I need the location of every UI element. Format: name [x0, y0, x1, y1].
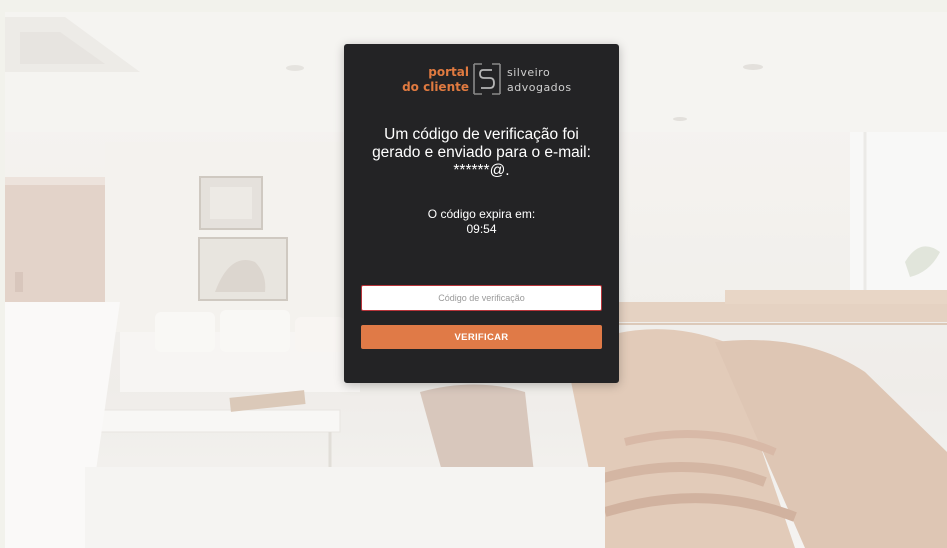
silveiro-brand-text: silveiro advogados [507, 65, 572, 95]
portal-logo: portal do cliente silveiro advogados [344, 62, 619, 102]
message-line-2: gerado e enviado para o e-mail: [372, 144, 591, 161]
message-line-1: Um código de verificação foi [384, 126, 579, 143]
countdown-timer: 09:54 [466, 222, 497, 236]
expiry-info: O código expira em: 09:54 [354, 207, 609, 237]
portal-logo-text: portal do cliente [402, 65, 469, 95]
page: portal do cliente silveiro advogados Um … [0, 0, 947, 548]
logo-line-do-cliente: do cliente [402, 80, 469, 94]
brand-line-silveiro: silveiro [507, 66, 551, 79]
verification-message: Um código de verificação foi gerado e en… [354, 126, 609, 180]
verification-panel: portal do cliente silveiro advogados Um … [344, 44, 619, 383]
verification-code-input[interactable] [361, 285, 602, 311]
silveiro-s-bracket-logo-icon [473, 63, 501, 95]
verify-button[interactable]: VERIFICAR [361, 325, 602, 349]
brand-line-advogados: advogados [507, 81, 572, 94]
expire-label: O código expira em: [427, 207, 536, 221]
masked-email: ******@. [453, 162, 510, 179]
logo-line-portal: portal [428, 65, 469, 79]
